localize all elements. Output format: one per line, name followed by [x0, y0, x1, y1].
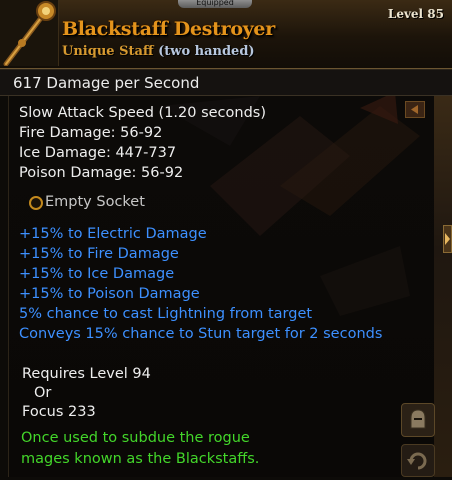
magic-stat-poison: +15% to Poison Damage — [19, 286, 200, 302]
expand-arrow-icon[interactable] — [443, 225, 452, 253]
stat-attack-speed: Slow Attack Speed (1.20 seconds) — [19, 105, 267, 121]
magic-stat-ice: +15% to Ice Damage — [19, 266, 175, 282]
magic-stat-lightning: 5% chance to cast Lightning from target — [19, 306, 313, 322]
staff-icon — [0, 0, 59, 67]
requirement-level: Requires Level 94 — [22, 366, 151, 382]
dps-bar: 617 Damage per Second — [0, 69, 452, 96]
item-quality: Unique Staff — [62, 44, 154, 59]
item-type: Unique Staff (two handed) — [62, 44, 255, 59]
magic-stat-fire: +15% to Fire Damage — [19, 246, 179, 262]
stat-fire-damage: Fire Damage: 56-92 — [19, 125, 163, 141]
requirement-or: Or — [34, 385, 52, 401]
empty-socket-label: Empty Socket — [45, 194, 145, 210]
knight-helmet-icon[interactable] — [401, 403, 435, 437]
stat-poison-damage: Poison Damage: 56-92 — [19, 165, 184, 181]
refresh-icon[interactable] — [401, 444, 435, 477]
flavor-text-line-2: mages known as the Blackstaffs. — [21, 451, 260, 467]
item-level: Level 85 — [387, 7, 444, 21]
socket-ring-icon — [29, 196, 43, 210]
requirement-focus: Focus 233 — [22, 404, 96, 420]
flavor-text-line-1: Once used to subdue the rogue — [21, 430, 250, 446]
item-name: Blackstaff Destroyer — [62, 18, 275, 40]
equipped-tab: Equipped — [178, 0, 252, 8]
damage-per-second: 617 Damage per Second — [13, 74, 200, 92]
magic-stat-electric: +15% to Electric Damage — [19, 226, 207, 242]
magic-stat-stun: Conveys 15% chance to Stun target for 2 … — [19, 326, 383, 342]
item-hands: (two handed) — [158, 44, 255, 59]
scroll-up-button[interactable] — [405, 101, 425, 118]
stat-ice-damage: Ice Damage: 447-737 — [19, 145, 177, 161]
tooltip-header: Equipped Blackstaff Destroyer Unique Sta… — [0, 0, 452, 69]
